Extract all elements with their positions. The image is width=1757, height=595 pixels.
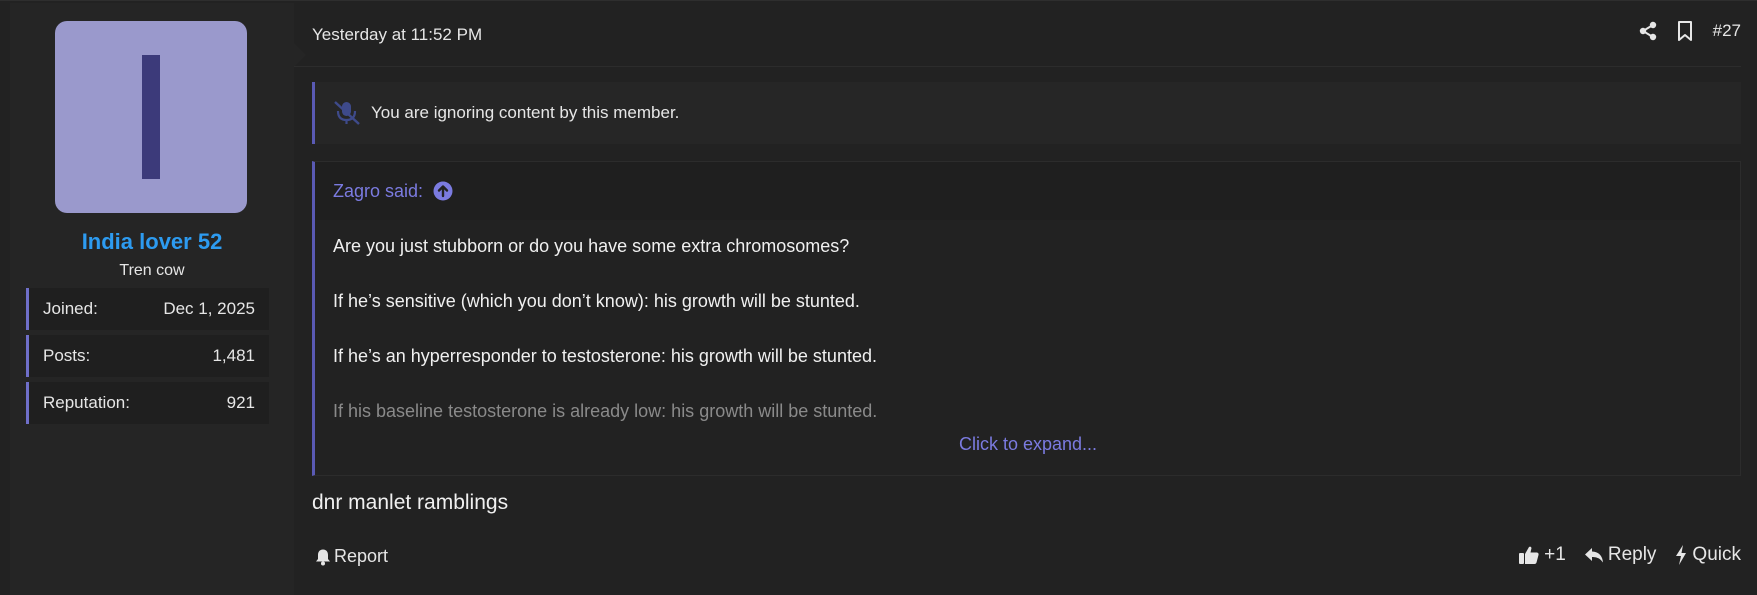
- post-container: I India lover 52 Tren cow Joined: Dec 1,…: [0, 0, 1757, 595]
- quote-line: If he’s sensitive (which you don’t know)…: [333, 291, 860, 311]
- thumbs-up-icon: [1519, 546, 1539, 564]
- ignored-notice: You are ignoring content by this member.: [312, 82, 1741, 144]
- reply-button[interactable]: Reply: [1584, 544, 1657, 566]
- arrow-up-circle-icon[interactable]: [433, 181, 453, 201]
- stat-posts: Posts: 1,481: [26, 335, 269, 377]
- report-button[interactable]: Report: [314, 546, 388, 567]
- stat-reputation: Reputation: 921: [26, 382, 269, 424]
- avatar-letter: I: [142, 55, 160, 179]
- stat-joined: Joined: Dec 1, 2025: [26, 288, 269, 330]
- ignored-notice-text: You are ignoring content by this member.: [371, 103, 680, 122]
- avatar[interactable]: I: [55, 21, 247, 213]
- post-main: Yesterday at 11:52 PM #27 You are ignori…: [294, 1, 1757, 595]
- quick-reply-button[interactable]: Quick: [1674, 544, 1741, 566]
- like-count: +1: [1544, 544, 1566, 565]
- user-title: Tren cow: [119, 262, 185, 279]
- post-actions: +1 Reply Quick: [1500, 544, 1741, 566]
- quote-line: If he’s an hyperresponder to testosteron…: [333, 346, 877, 366]
- quote-block: Zagro said: Are you just stubborn or do …: [312, 161, 1741, 476]
- share-icon[interactable]: [1639, 21, 1657, 41]
- quote-header: Zagro said:: [315, 162, 1740, 220]
- quote-line: Are you just stubborn or do you have som…: [333, 236, 850, 256]
- stat-value: Dec 1, 2025: [163, 299, 255, 318]
- quote-line: If his baseline testosterone is already …: [333, 401, 878, 421]
- post-number-link[interactable]: #27: [1713, 21, 1741, 41]
- reply-arrow-icon: [1584, 548, 1603, 563]
- bell-icon: [316, 549, 330, 565]
- stat-label: Reputation:: [43, 393, 130, 412]
- stat-label: Posts:: [43, 346, 91, 365]
- stat-value: 1,481: [212, 346, 255, 365]
- bookmark-icon[interactable]: [1677, 21, 1693, 41]
- user-sidebar: I India lover 52 Tren cow Joined: Dec 1,…: [10, 3, 306, 595]
- post-timestamp[interactable]: Yesterday at 11:52 PM: [312, 25, 482, 45]
- expand-quote-link[interactable]: Click to expand...: [315, 434, 1741, 455]
- post-message: dnr manlet ramblings: [312, 491, 509, 514]
- quick-label: Quick: [1692, 544, 1741, 565]
- header-actions: #27: [1619, 21, 1741, 41]
- post-header: Yesterday at 11:52 PM #27: [294, 1, 1741, 67]
- muted-microphone-icon: [333, 100, 361, 126]
- quote-author[interactable]: Zagro said:: [333, 181, 423, 202]
- reply-label: Reply: [1607, 544, 1657, 565]
- username-link[interactable]: India lover 52: [10, 229, 294, 255]
- quote-body: Are you just stubborn or do you have som…: [315, 220, 1740, 430]
- user-stats: Joined: Dec 1, 2025 Posts: 1,481 Reputat…: [26, 288, 269, 429]
- lightning-bolt-icon: [1676, 545, 1687, 565]
- stat-label: Joined:: [43, 299, 98, 318]
- stat-value: 921: [226, 393, 255, 412]
- report-label: Report: [334, 546, 389, 566]
- like-button[interactable]: +1: [1518, 544, 1566, 566]
